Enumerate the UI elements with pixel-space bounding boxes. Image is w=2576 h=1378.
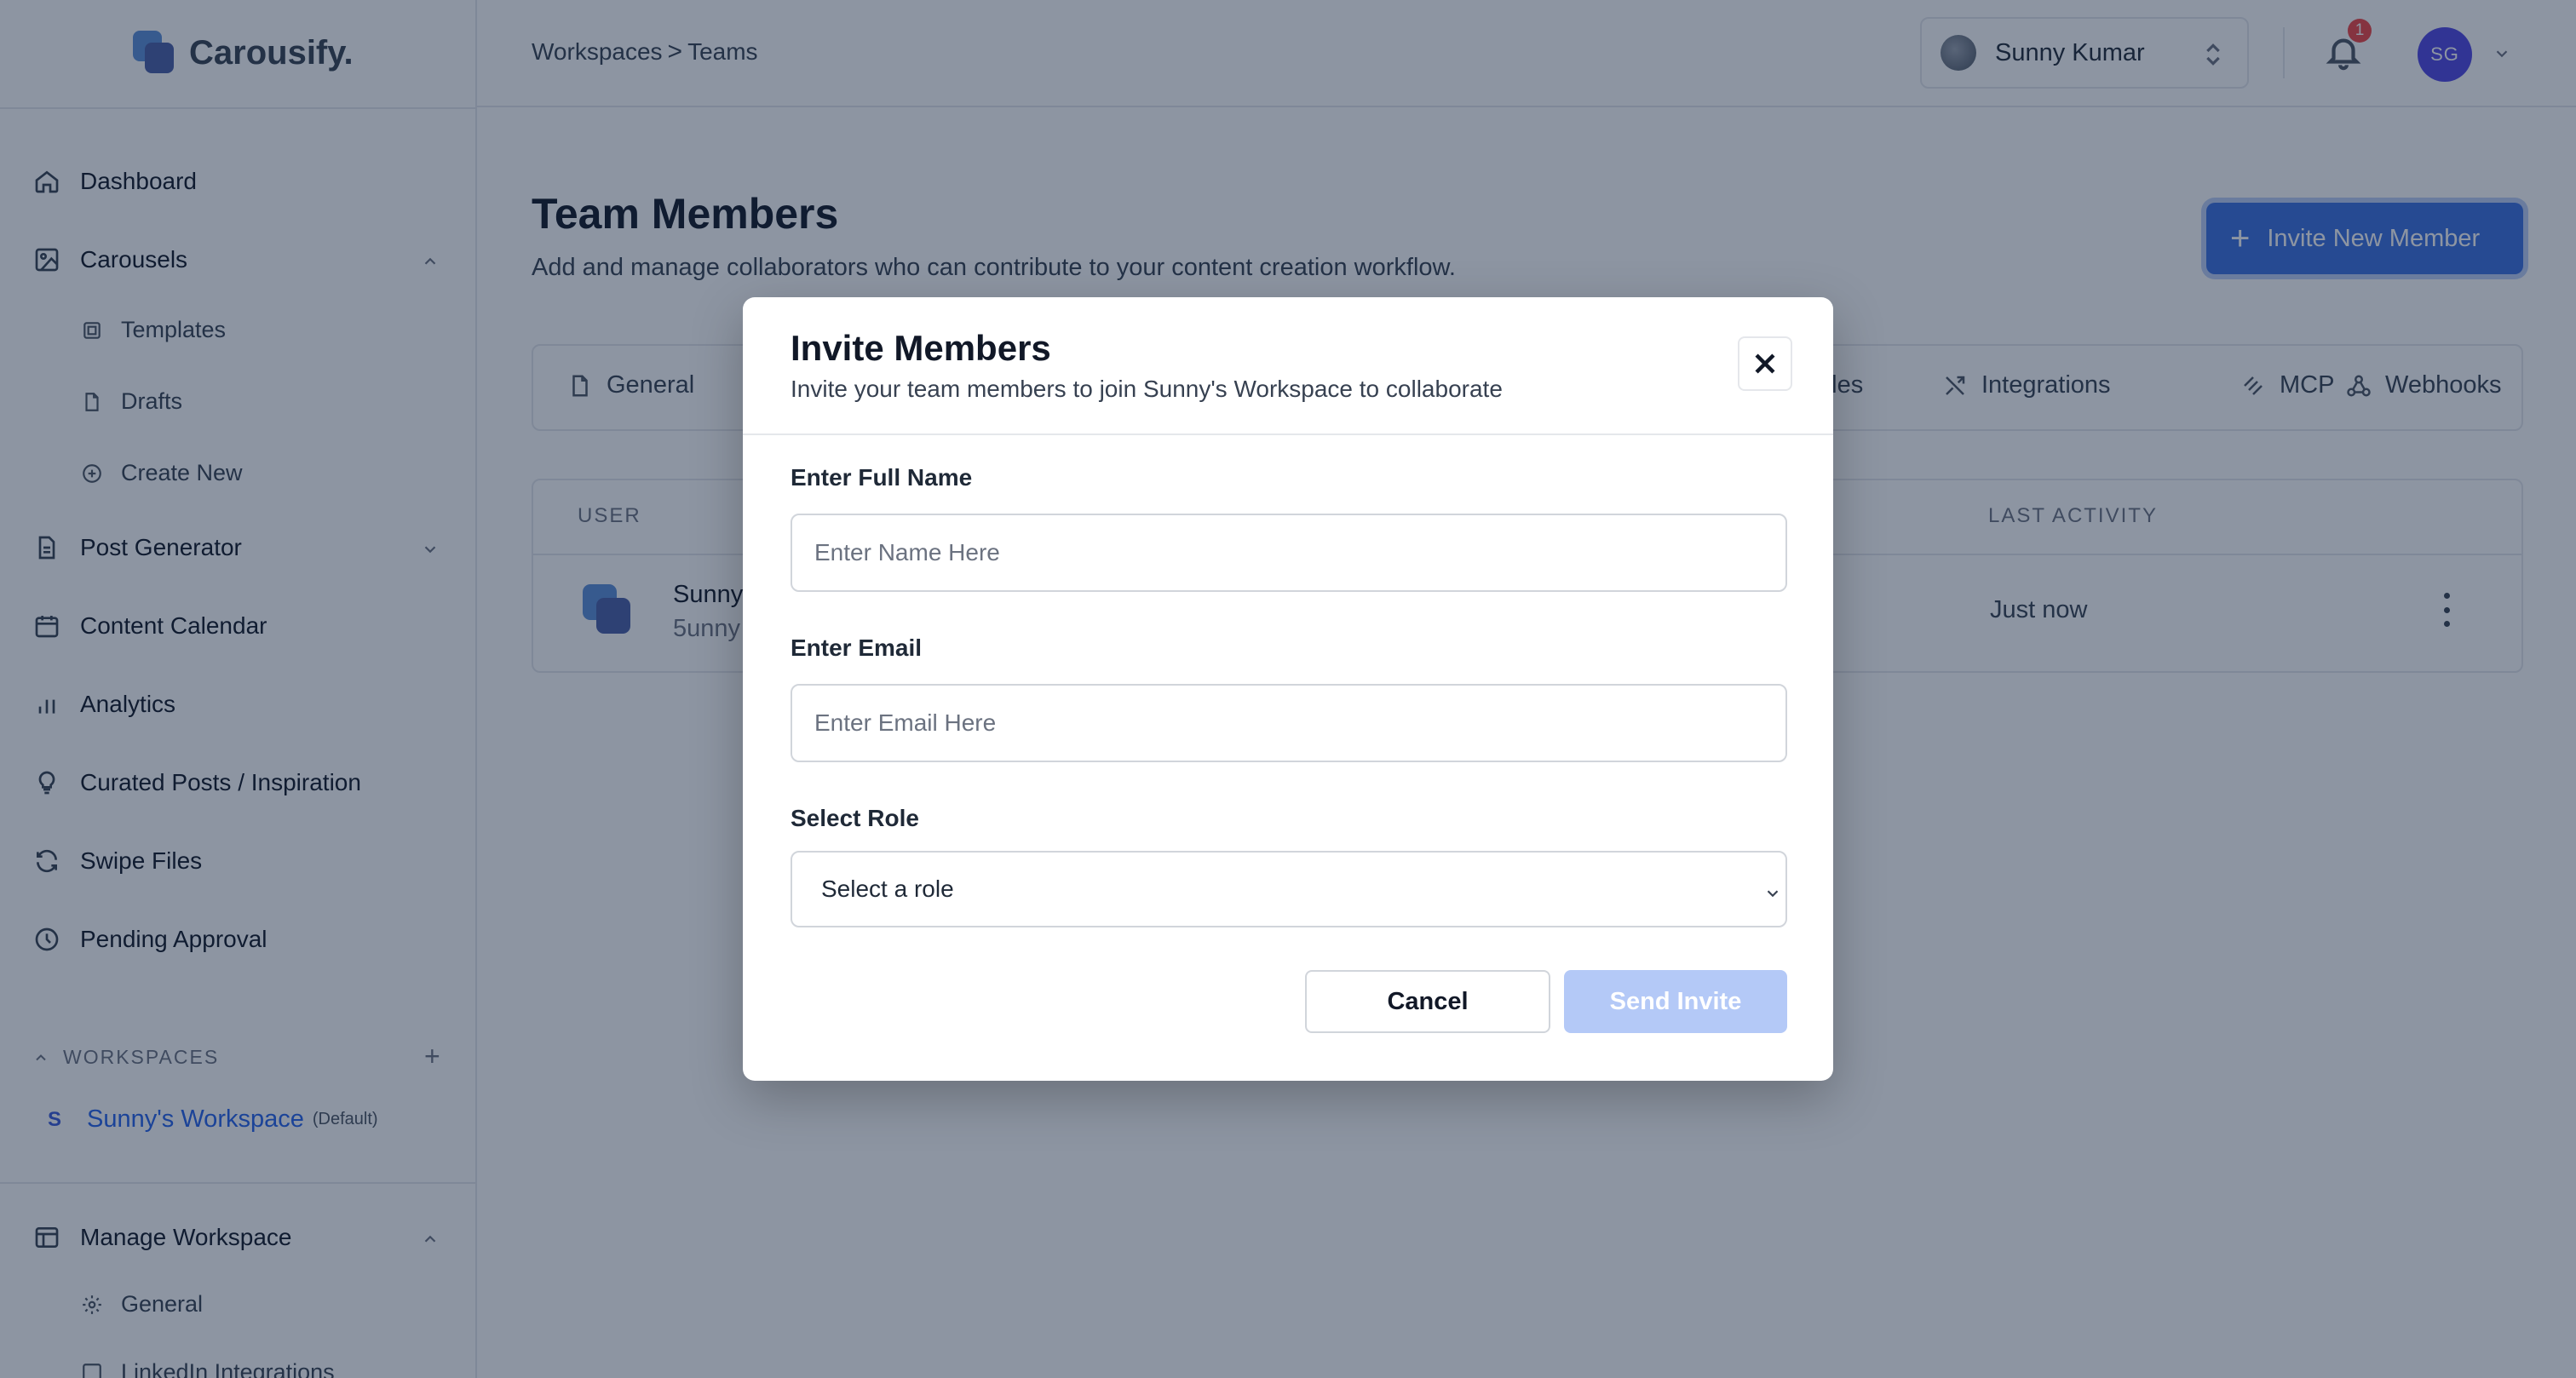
email-input[interactable] <box>791 684 1787 762</box>
full-name-input[interactable] <box>791 514 1787 592</box>
cancel-button[interactable]: Cancel <box>1305 970 1550 1033</box>
dialog-subtitle: Invite your team members to join Sunny's… <box>791 376 1503 402</box>
close-icon <box>1755 353 1775 374</box>
email-label: Enter Email <box>791 634 923 661</box>
role-select[interactable]: Select a role <box>791 851 1787 927</box>
send-invite-button[interactable]: Send Invite <box>1564 970 1787 1033</box>
full-name-label: Enter Full Name <box>791 464 973 491</box>
dialog-title: Invite Members <box>791 328 1051 368</box>
invite-members-dialog: Invite Members Invite your team members … <box>743 297 1833 1081</box>
role-label: Select Role <box>791 805 919 831</box>
close-button[interactable] <box>1738 336 1792 391</box>
divider <box>743 433 1833 435</box>
chevron-down-icon <box>1763 881 1782 909</box>
role-select-value: Select a role <box>821 876 954 902</box>
